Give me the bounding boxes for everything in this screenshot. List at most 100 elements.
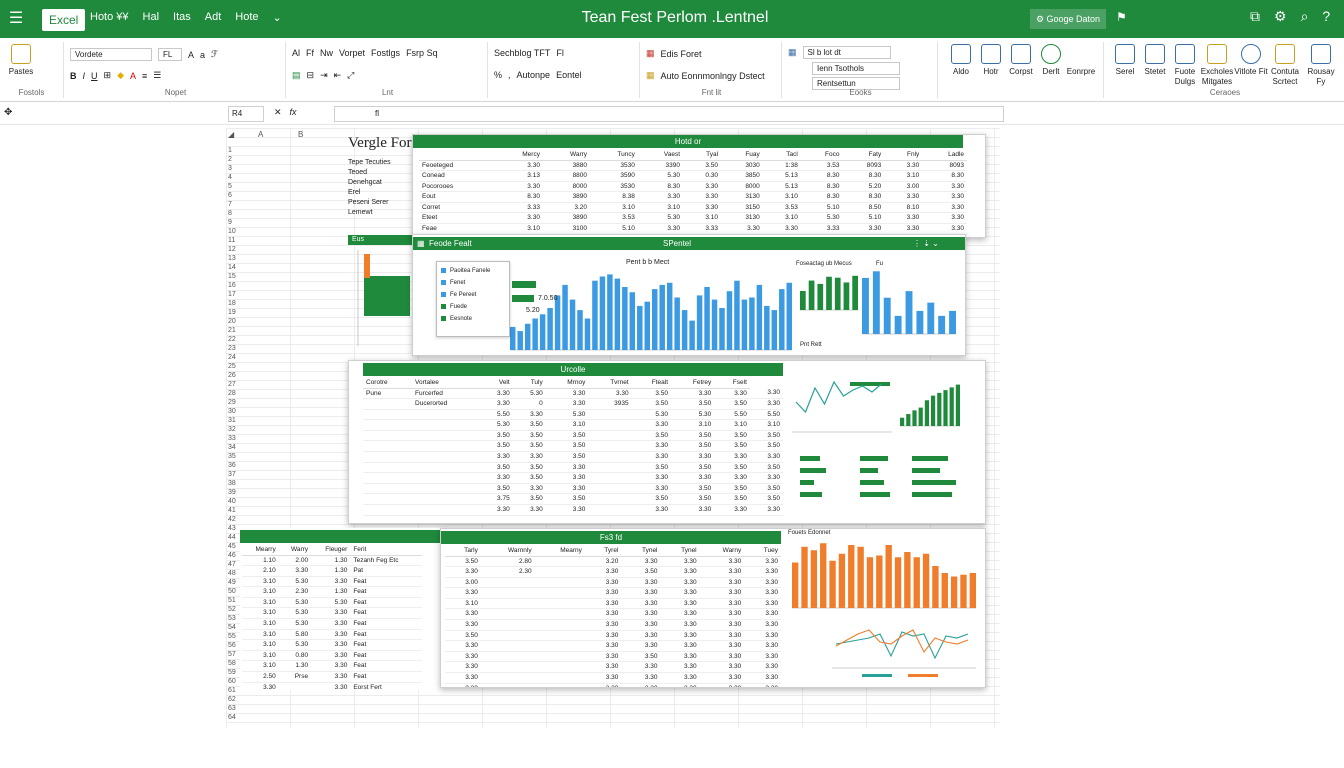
table-row[interactable]: 3.75 3.50 3.50 3.50 3.50 3.50 3.50 (363, 493, 783, 506)
comma-icon[interactable]: , (508, 70, 511, 80)
cancel-icon[interactable]: ✕ (274, 107, 282, 118)
table-cell[interactable]: 3.30 (631, 483, 672, 495)
table-cell[interactable]: 3.50 (545, 430, 589, 442)
table-row[interactable]: 3.10 5.30 3.30 Feat (242, 618, 422, 630)
table-cell[interactable]: 5.30 (311, 597, 351, 609)
table-cell[interactable]: 3.30 (660, 619, 700, 631)
table-cell[interactable]: 3.30 (699, 672, 745, 684)
formula-input[interactable]: fl (334, 106, 1004, 122)
table-cell[interactable] (588, 493, 632, 506)
table-cell[interactable]: 3.30 (445, 661, 481, 674)
ribbon-item[interactable]: Fl (556, 48, 564, 58)
table-row[interactable]: 3.10 5.30 5.30 Feat (242, 597, 422, 609)
table-cell[interactable]: 3.30 (744, 630, 781, 642)
table-cell[interactable] (363, 462, 413, 474)
table-cell[interactable]: 3.30 (545, 472, 589, 484)
table-cell[interactable] (480, 619, 535, 631)
table-cell[interactable]: 3.50 (621, 566, 661, 578)
table-cell[interactable]: Feat (350, 639, 422, 651)
row-number[interactable]: 38 (228, 479, 238, 488)
row-number[interactable]: 53 (228, 614, 238, 623)
table-cell[interactable]: 3.30 (584, 651, 622, 663)
row-number[interactable]: 39 (228, 488, 238, 497)
table-cell[interactable]: Pune (363, 388, 413, 400)
table-cell[interactable]: 5.30 (637, 170, 684, 182)
table-cell[interactable]: 3.50 (749, 483, 783, 495)
table-cell[interactable]: 3.20 (542, 202, 591, 214)
pin-icon[interactable]: ⚑ (1116, 10, 1127, 24)
row-number[interactable]: 43 (228, 524, 238, 533)
table-cell[interactable]: 2.30 (480, 566, 535, 578)
edit-forms-icon[interactable]: ▦ (646, 48, 655, 59)
table-cell[interactable]: 3.30 (714, 388, 750, 400)
table-cell[interactable]: 3.50 (479, 430, 513, 442)
menu-item[interactable]: Hal (143, 11, 160, 24)
table-row[interactable]: 3.30 3.30 3.30 3.30 3.30 3.30 3.30 (363, 504, 783, 516)
row-number[interactable]: 60 (228, 677, 238, 686)
row-number[interactable]: 13 (228, 254, 238, 263)
table-row[interactable]: 3.10 1.30 3.30 Feat (242, 660, 422, 673)
table-cell[interactable]: 3.30 (699, 556, 745, 568)
table-cell[interactable]: 3.30 (479, 451, 513, 463)
table-cell[interactable]: 3.30 (584, 566, 622, 578)
table-cell[interactable]: 3.50 (671, 430, 715, 442)
column-header[interactable]: Tuly (512, 377, 546, 389)
table-row[interactable]: 3.30 3.30 3.50 3.30 3.30 3.30 (445, 651, 781, 663)
table-cell[interactable]: 3.30 (494, 212, 543, 225)
ribbon-item[interactable]: Edis Foret (661, 49, 702, 59)
table-cell[interactable]: 3.13 (494, 170, 543, 182)
table-cell[interactable] (534, 630, 585, 642)
table-cell[interactable]: 3.30 (699, 683, 745, 687)
table-cell[interactable]: Feat (350, 597, 422, 609)
table-cell[interactable]: 8.30 (637, 181, 684, 193)
table-icon[interactable]: ▦ (788, 47, 797, 58)
table-cell[interactable]: 3.30 (445, 566, 481, 578)
row-number[interactable]: 47 (228, 560, 238, 569)
table-cell[interactable]: 3.00 (884, 181, 923, 193)
table-cell[interactable]: 3.10 (762, 191, 801, 203)
row-number[interactable]: 63 (228, 704, 238, 713)
table-cell[interactable]: 3.50 (714, 483, 750, 495)
table-cell[interactable] (534, 566, 585, 578)
table-cell[interactable] (363, 398, 413, 410)
row-number[interactable]: 49 (228, 578, 238, 587)
table-cell[interactable]: 0 (512, 398, 546, 410)
row-number[interactable]: 40 (228, 497, 238, 506)
table-cell[interactable] (588, 419, 632, 431)
table-cell[interactable]: 3.30 (744, 577, 781, 589)
table-row[interactable]: Feoeteged 3.30 3880 3530 3390 3.50 3030 1:38 3.5… (419, 160, 967, 172)
table-cell[interactable]: 3.30 (749, 388, 783, 400)
table-cell[interactable]: 3.10 (714, 419, 750, 431)
table-row[interactable]: 3.10 5.30 3.30 Feat (242, 639, 422, 651)
table-cell[interactable] (480, 640, 535, 652)
table-cell[interactable]: 8093 (842, 160, 885, 172)
table-cell[interactable]: Eorst Fert (350, 682, 422, 690)
align-left-icon[interactable]: ≡ (142, 71, 147, 81)
table-cell[interactable]: 3.30 (683, 191, 722, 203)
column-header[interactable]: Tyal (683, 149, 722, 161)
row-number[interactable]: 54 (228, 623, 238, 632)
table-cell[interactable]: 2.50 (242, 671, 279, 683)
column-header[interactable]: B (298, 130, 303, 139)
table-cell[interactable]: 3.30 (714, 451, 750, 463)
table-cell[interactable]: 3.30 (699, 566, 745, 578)
table-cell[interactable]: 3.30 (311, 671, 351, 683)
table-cell[interactable]: 3.30 (671, 472, 715, 484)
table-cell[interactable]: 3.30 (311, 650, 351, 662)
table-cell[interactable]: 3.30 (631, 504, 672, 516)
table-cell[interactable]: 2.80 (480, 556, 535, 568)
column-header[interactable]: Ferit (350, 544, 422, 556)
table-cell[interactable]: Ducerorted (412, 398, 480, 410)
table-cell[interactable]: 3.30 (660, 651, 700, 663)
table-cell[interactable]: 3.30 (699, 640, 745, 652)
table-cell[interactable]: 3.30 (744, 608, 781, 621)
column-header[interactable]: Warry (542, 149, 591, 161)
table-cell[interactable]: 3.30 (621, 683, 661, 687)
table-row[interactable]: 1.10 2.00 1.30 Tezanh Feg Etc (242, 555, 422, 567)
table-cell[interactable]: 3.30 (660, 672, 700, 684)
table-cell[interactable] (480, 672, 535, 684)
table-cell[interactable]: 5.30 (671, 409, 715, 421)
table-cell[interactable]: 3890 (542, 191, 591, 203)
table-cell[interactable]: 3.10 (671, 419, 715, 431)
table-row[interactable]: 3.00 3.30 3.30 3.30 3.30 3.30 (445, 577, 781, 589)
